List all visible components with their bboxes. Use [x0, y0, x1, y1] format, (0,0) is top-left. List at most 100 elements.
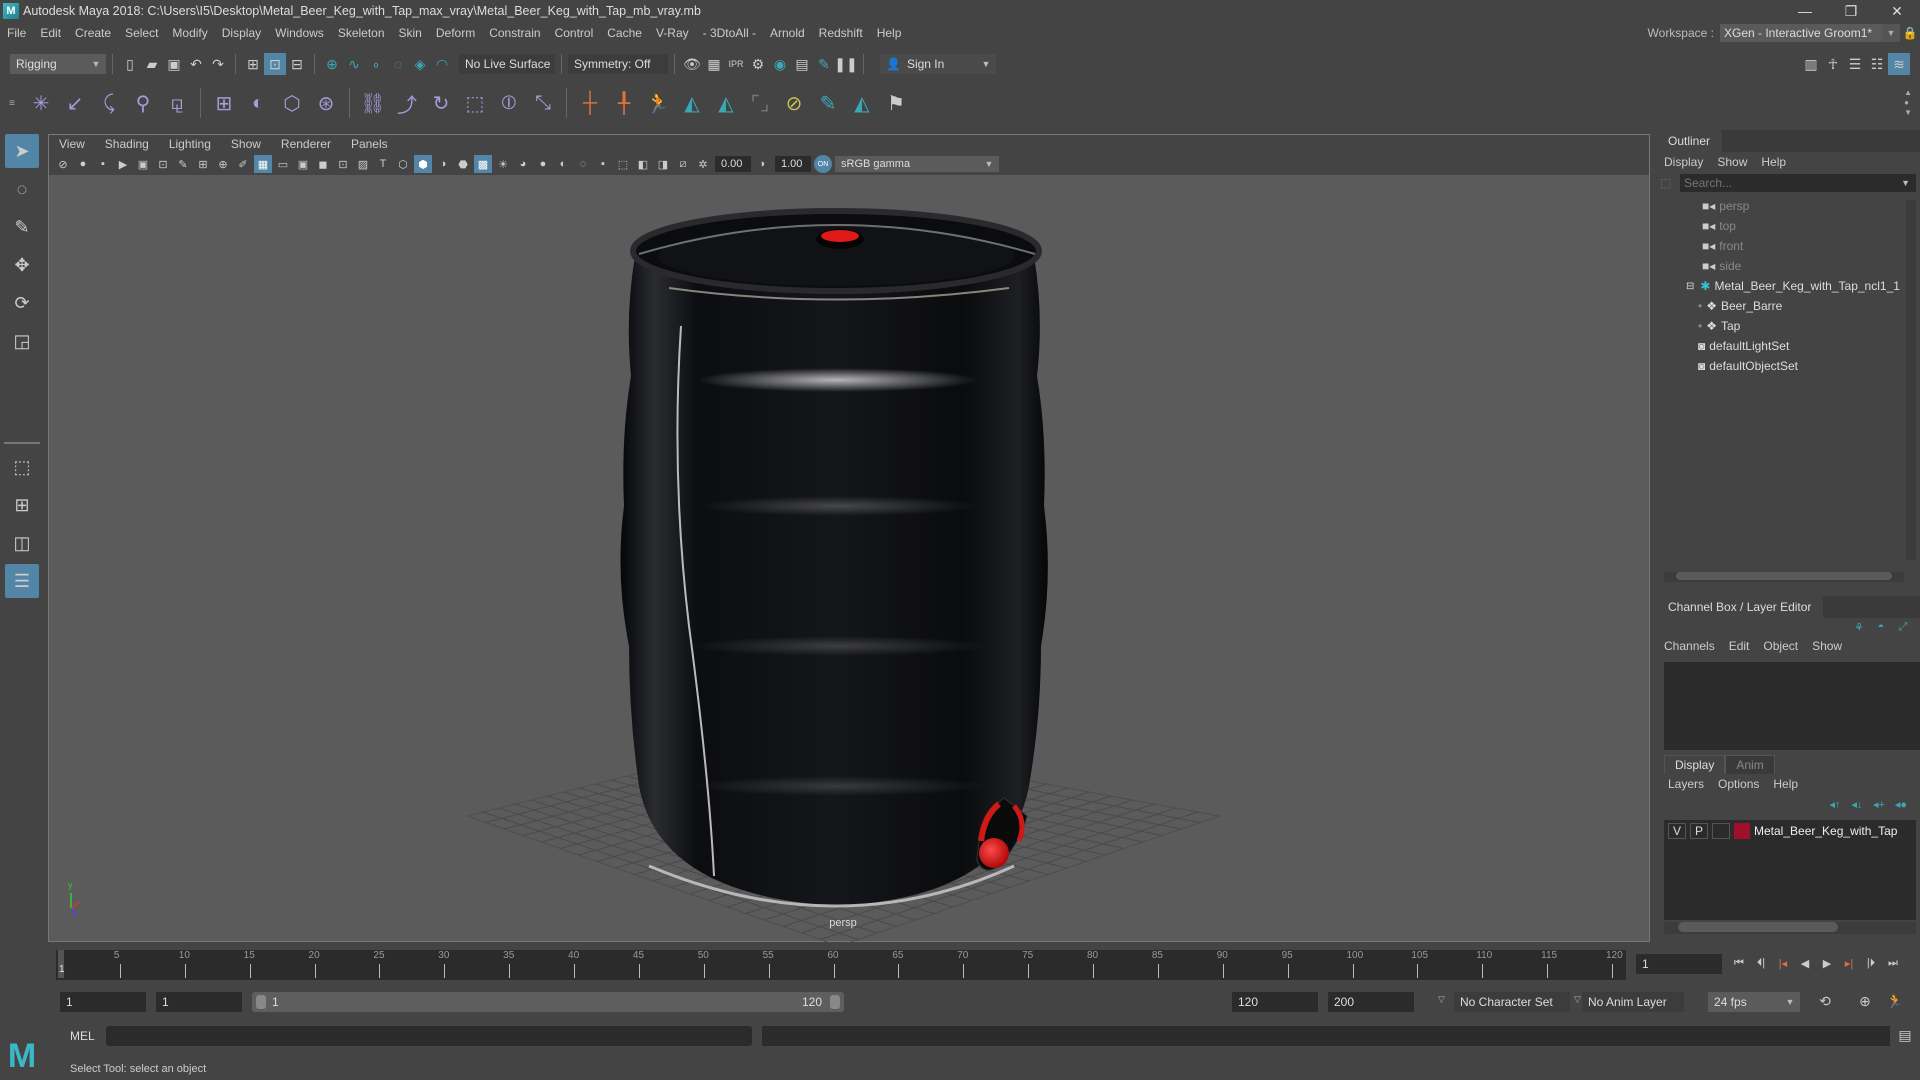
bind-skin-icon[interactable]: ⚲: [126, 86, 160, 120]
filter-icon[interactable]: ⬚: [1660, 176, 1680, 190]
safe-action-icon[interactable]: ⊡: [334, 155, 352, 173]
prev-key-icon[interactable]: |◂: [1772, 952, 1794, 974]
outliner-item-beer-barre[interactable]: • ❖ Beer_Barre: [1664, 296, 1900, 316]
layer-visibility-toggle[interactable]: V: [1668, 823, 1686, 839]
outliner-menu-display[interactable]: Display: [1664, 155, 1703, 169]
outliner-menu-show[interactable]: Show: [1717, 155, 1747, 169]
step-back-key-icon[interactable]: ⏴|: [1750, 952, 1772, 974]
layer-color-swatch[interactable]: [1734, 823, 1750, 839]
character-set-field[interactable]: No Character Set: [1454, 992, 1570, 1012]
menu-skeleton[interactable]: Skeleton: [331, 26, 392, 40]
outliner-item-keg-group[interactable]: ⊟ ✱ Metal_Beer_Keg_with_Tap_ncl1_1: [1664, 276, 1900, 296]
vp-menu-panels[interactable]: Panels: [341, 137, 398, 151]
outliner-item-side[interactable]: ■◂ side: [1664, 256, 1900, 276]
render-setup-icon[interactable]: ▤: [791, 53, 813, 75]
sign-in-button[interactable]: 👤 Sign In ▼: [880, 54, 996, 74]
menu-deform[interactable]: Deform: [429, 26, 482, 40]
auto-key-icon[interactable]: ⊕: [1854, 990, 1876, 1012]
xray-joints-icon[interactable]: ◨: [654, 155, 672, 173]
redo-icon[interactable]: ↷: [207, 53, 229, 75]
select-object-icon[interactable]: ⊡: [264, 53, 286, 75]
tab-anim[interactable]: Anim: [1725, 755, 1775, 774]
animation-start-field[interactable]: 1: [60, 992, 146, 1012]
anim-layer-field[interactable]: No Anim Layer: [1582, 992, 1684, 1012]
animation-end-field[interactable]: 200: [1328, 992, 1414, 1012]
layer-icon[interactable]: ⊘: [777, 86, 811, 120]
orient-constraint-icon[interactable]: ↻: [424, 86, 458, 120]
go-to-end-icon[interactable]: ⏭: [1882, 952, 1904, 974]
anti-aliasing-icon[interactable]: ◌: [574, 155, 592, 173]
vp-menu-lighting[interactable]: Lighting: [159, 137, 221, 151]
motion-blur-icon[interactable]: ◐: [554, 155, 572, 173]
four-view-layout-icon[interactable]: ⊞: [5, 488, 39, 522]
layer-menu-options[interactable]: Options: [1718, 777, 1759, 791]
color-space-dropdown[interactable]: sRGB gamma ▼: [835, 156, 999, 172]
outliner-item-front[interactable]: ■◂ front: [1664, 236, 1900, 256]
mirror-joint-icon[interactable]: ┼: [573, 86, 607, 120]
ambient-occlusion-icon[interactable]: ●: [534, 155, 552, 173]
cb-menu-edit[interactable]: Edit: [1729, 639, 1750, 653]
render-frame-icon[interactable]: ▦: [703, 53, 725, 75]
symmetry-dropdown[interactable]: Symmetry: Off: [568, 54, 668, 74]
outliner-layout-icon[interactable]: ☰: [5, 564, 39, 598]
camera-lock-icon[interactable]: ●: [74, 155, 92, 173]
scale-tool-icon[interactable]: ◲: [5, 324, 39, 358]
undo-icon[interactable]: ↶: [185, 53, 207, 75]
loop-icon[interactable]: ⟲: [1814, 990, 1836, 1012]
parent-constraint-icon[interactable]: ⛓: [356, 86, 390, 120]
empty-slot-icon[interactable]: ⌜⌟: [743, 86, 777, 120]
resolution-gate-icon[interactable]: ✐: [234, 155, 252, 173]
tab-display[interactable]: Display: [1664, 755, 1726, 774]
playback-start-field[interactable]: 1: [156, 992, 242, 1012]
layer-menu-layers[interactable]: Layers: [1668, 777, 1704, 791]
film-gate-icon[interactable]: ⊕: [214, 155, 232, 173]
menu-windows[interactable]: Windows: [268, 26, 331, 40]
outliner-item-tap[interactable]: • ❖ Tap: [1664, 316, 1900, 336]
play-backward-icon[interactable]: ◀: [1794, 952, 1816, 974]
orient-joint-icon[interactable]: ╀: [607, 86, 641, 120]
snap-pivot-icon[interactable]: ◠: [431, 53, 453, 75]
go-to-start-icon[interactable]: ⏮: [1728, 952, 1750, 974]
open-scene-icon[interactable]: ▰: [141, 53, 163, 75]
range-slider[interactable]: 1 120: [252, 992, 844, 1012]
add-bookmark-icon[interactable]: ⚑: [879, 86, 913, 120]
default-material-icon[interactable]: ◑: [434, 155, 452, 173]
vp-menu-shading[interactable]: Shading: [95, 137, 159, 151]
bookmark-icon[interactable]: ▪: [94, 155, 112, 173]
layer-menu-help[interactable]: Help: [1773, 777, 1798, 791]
time-ruler[interactable]: 5 10 15 20 25 30 35 40 45 50 55 60 65 70 75 80 85 90 95 100…: [56, 950, 1626, 980]
move-layer-up-icon[interactable]: ◂↑: [1824, 793, 1846, 815]
outliner-search-input[interactable]: [1680, 174, 1916, 192]
range-end-handle[interactable]: [830, 995, 840, 1009]
cb-menu-show[interactable]: Show: [1812, 639, 1842, 653]
current-frame-field[interactable]: 1: [1636, 954, 1722, 974]
speed-icon[interactable]: ◓: [1870, 616, 1892, 638]
vp-menu-view[interactable]: View: [49, 137, 95, 151]
move-tool-icon[interactable]: ✥: [5, 248, 39, 282]
humanik-icon[interactable]: ⚼: [160, 86, 194, 120]
wireframe-on-shaded-icon[interactable]: ⬣: [454, 155, 472, 173]
command-language-label[interactable]: MEL: [70, 1029, 95, 1043]
outliner-item-persp[interactable]: ■◂ persp: [1664, 196, 1900, 216]
select-component-icon[interactable]: ⊟: [286, 53, 308, 75]
minimize-button[interactable]: —: [1782, 0, 1828, 22]
use-lights-icon[interactable]: ☀: [494, 155, 512, 173]
select-hierarchy-icon[interactable]: ⊞: [242, 53, 264, 75]
lattice-icon[interactable]: ◐: [241, 86, 275, 120]
step-forward-icon[interactable]: |⏵: [1860, 952, 1882, 974]
lock-icon[interactable]: 🔒: [1900, 22, 1920, 44]
isolate-select-icon[interactable]: ⬚: [614, 155, 632, 173]
tool-settings-icon[interactable]: ☷: [1866, 53, 1888, 75]
snap-point-icon[interactable]: ∘: [365, 53, 387, 75]
next-key-icon[interactable]: ▸|: [1838, 952, 1860, 974]
outliner-menu-help[interactable]: Help: [1761, 155, 1786, 169]
hud-icon[interactable]: T: [374, 155, 392, 173]
gate-mask-icon[interactable]: ▣: [294, 155, 312, 173]
layer-horizontal-scrollbar[interactable]: [1664, 922, 1916, 934]
cb-menu-object[interactable]: Object: [1763, 639, 1798, 653]
image-plane-icon[interactable]: ▣: [134, 155, 152, 173]
fps-dropdown[interactable]: 24 fps ▼: [1708, 992, 1800, 1012]
range-start-handle[interactable]: [256, 995, 266, 1009]
menu-modify[interactable]: Modify: [165, 26, 214, 40]
shadows-icon[interactable]: ◕: [514, 155, 532, 173]
